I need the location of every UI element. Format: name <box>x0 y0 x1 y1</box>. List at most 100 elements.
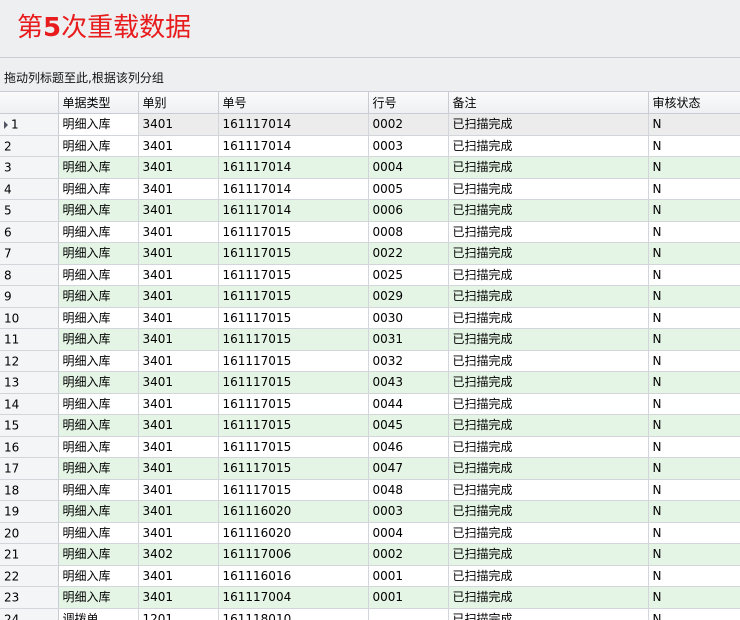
doc-number-cell[interactable]: 161117014 <box>218 156 369 179</box>
remark-cell[interactable]: 已扫描完成 <box>448 285 649 308</box>
table-row[interactable]: 8 明细入库 3401 161117015 0025 已扫描完成 N <box>0 264 740 286</box>
doc-number-cell[interactable]: 161117015 <box>218 307 369 329</box>
line-number-cell[interactable]: 0001 <box>368 565 449 587</box>
table-row[interactable]: 6 明细入库 3401 161117015 0008 已扫描完成 N <box>0 221 740 243</box>
doc-series-cell[interactable]: 3401 <box>138 414 219 437</box>
audit-status-cell[interactable]: N <box>648 393 740 415</box>
doc-type-cell[interactable]: 明细入库 <box>58 135 139 157</box>
doc-type-cell[interactable]: 明细入库 <box>58 199 139 222</box>
doc-series-cell[interactable]: 3401 <box>138 350 219 372</box>
audit-status-cell[interactable]: N <box>648 457 740 480</box>
table-row[interactable]: 24 调拨单 1201 161118010 已扫描完成 N <box>0 608 740 620</box>
doc-series-cell[interactable]: 3401 <box>138 242 219 265</box>
row-indicator[interactable]: 3 <box>0 156 59 179</box>
row-indicator[interactable]: 18 <box>0 479 59 501</box>
table-row[interactable]: 3 明细入库 3401 161117014 0004 已扫描完成 N <box>0 156 740 179</box>
doc-type-header[interactable]: 单据类型 <box>58 92 139 114</box>
line-number-cell[interactable]: 0008 <box>368 221 449 243</box>
remark-header[interactable]: 备注 <box>448 92 649 114</box>
doc-number-header[interactable]: 单号 <box>218 92 369 114</box>
row-indicator[interactable]: 5 <box>0 199 59 222</box>
doc-series-cell[interactable]: 3401 <box>138 328 219 351</box>
table-row[interactable]: 9 明细入库 3401 161117015 0029 已扫描完成 N <box>0 285 740 308</box>
row-indicator[interactable]: 14 <box>0 393 59 415</box>
doc-type-cell[interactable]: 明细入库 <box>58 479 139 501</box>
doc-series-cell[interactable]: 3401 <box>138 457 219 480</box>
table-row[interactable]: 5 明细入库 3401 161117014 0006 已扫描完成 N <box>0 199 740 222</box>
remark-cell[interactable]: 已扫描完成 <box>448 393 649 415</box>
line-number-cell[interactable]: 0004 <box>368 156 449 179</box>
line-number-cell[interactable]: 0022 <box>368 242 449 265</box>
remark-cell[interactable]: 已扫描完成 <box>448 479 649 501</box>
doc-number-cell[interactable]: 161117015 <box>218 479 369 501</box>
row-indicator[interactable]: 12 <box>0 350 59 372</box>
audit-status-cell[interactable]: N <box>648 565 740 587</box>
row-indicator[interactable]: 10 <box>0 307 59 329</box>
line-number-cell[interactable]: 0030 <box>368 307 449 329</box>
doc-type-cell[interactable]: 明细入库 <box>58 414 139 437</box>
line-number-header[interactable]: 行号 <box>368 92 449 114</box>
doc-number-cell[interactable]: 161117015 <box>218 457 369 480</box>
row-indicator[interactable]: 15 <box>0 414 59 437</box>
audit-status-cell[interactable]: N <box>648 285 740 308</box>
audit-status-cell[interactable]: N <box>648 156 740 179</box>
doc-number-cell[interactable]: 161117014 <box>218 135 369 157</box>
line-number-cell[interactable]: 0003 <box>368 135 449 157</box>
doc-number-cell[interactable]: 161117015 <box>218 242 369 265</box>
row-indicator[interactable]: 1 <box>0 113 59 136</box>
doc-number-cell[interactable]: 161117015 <box>218 414 369 437</box>
line-number-cell[interactable]: 0045 <box>368 414 449 437</box>
table-row[interactable]: 17 明细入库 3401 161117015 0047 已扫描完成 N <box>0 457 740 480</box>
doc-type-cell[interactable]: 明细入库 <box>58 371 139 394</box>
doc-type-cell[interactable]: 明细入库 <box>58 307 139 329</box>
doc-series-cell[interactable]: 3401 <box>138 522 219 544</box>
doc-type-cell[interactable]: 明细入库 <box>58 113 139 136</box>
table-row[interactable]: 2 明细入库 3401 161117014 0003 已扫描完成 N <box>0 135 740 157</box>
table-row[interactable]: 14 明细入库 3401 161117015 0044 已扫描完成 N <box>0 393 740 415</box>
doc-type-cell[interactable]: 明细入库 <box>58 393 139 415</box>
doc-series-cell[interactable]: 3401 <box>138 307 219 329</box>
audit-status-cell[interactable]: N <box>648 586 740 609</box>
remark-cell[interactable]: 已扫描完成 <box>448 221 649 243</box>
remark-cell[interactable]: 已扫描完成 <box>448 242 649 265</box>
audit-status-cell[interactable]: N <box>648 371 740 394</box>
doc-series-cell[interactable]: 3401 <box>138 178 219 200</box>
audit-status-cell[interactable]: N <box>648 178 740 200</box>
doc-type-cell[interactable]: 明细入库 <box>58 586 139 609</box>
doc-number-cell[interactable]: 161117015 <box>218 221 369 243</box>
line-number-cell[interactable]: 0032 <box>368 350 449 372</box>
doc-type-cell[interactable]: 明细入库 <box>58 178 139 200</box>
doc-number-cell[interactable]: 161117015 <box>218 371 369 394</box>
doc-type-cell[interactable]: 明细入库 <box>58 264 139 286</box>
doc-series-cell[interactable]: 3401 <box>138 586 219 609</box>
remark-cell[interactable]: 已扫描完成 <box>448 457 649 480</box>
doc-number-cell[interactable]: 161117014 <box>218 113 369 136</box>
row-indicator[interactable]: 2 <box>0 135 59 157</box>
doc-type-cell[interactable]: 明细入库 <box>58 221 139 243</box>
line-number-cell[interactable]: 0004 <box>368 522 449 544</box>
row-indicator[interactable]: 6 <box>0 221 59 243</box>
row-indicator[interactable]: 7 <box>0 242 59 265</box>
doc-type-cell[interactable]: 明细入库 <box>58 156 139 179</box>
audit-status-header[interactable]: 审核状态 <box>648 92 740 114</box>
doc-number-cell[interactable]: 161117015 <box>218 393 369 415</box>
doc-type-cell[interactable]: 明细入库 <box>58 242 139 265</box>
doc-series-cell[interactable]: 3401 <box>138 479 219 501</box>
doc-series-cell[interactable]: 3401 <box>138 371 219 394</box>
doc-number-cell[interactable]: 161117015 <box>218 350 369 372</box>
doc-series-cell[interactable]: 3401 <box>138 393 219 415</box>
doc-type-cell[interactable]: 明细入库 <box>58 522 139 544</box>
audit-status-cell[interactable]: N <box>648 543 740 566</box>
row-indicator[interactable]: 23 <box>0 586 59 609</box>
row-indicator[interactable]: 9 <box>0 285 59 308</box>
doc-series-cell[interactable]: 3401 <box>138 436 219 458</box>
doc-number-cell[interactable]: 161118010 <box>218 608 369 620</box>
remark-cell[interactable]: 已扫描完成 <box>448 328 649 351</box>
doc-type-cell[interactable]: 明细入库 <box>58 543 139 566</box>
audit-status-cell[interactable]: N <box>648 221 740 243</box>
remark-cell[interactable]: 已扫描完成 <box>448 414 649 437</box>
line-number-cell[interactable]: 0002 <box>368 113 449 136</box>
table-row[interactable]: 4 明细入库 3401 161117014 0005 已扫描完成 N <box>0 178 740 200</box>
doc-series-cell[interactable]: 3401 <box>138 500 219 523</box>
remark-cell[interactable]: 已扫描完成 <box>448 350 649 372</box>
